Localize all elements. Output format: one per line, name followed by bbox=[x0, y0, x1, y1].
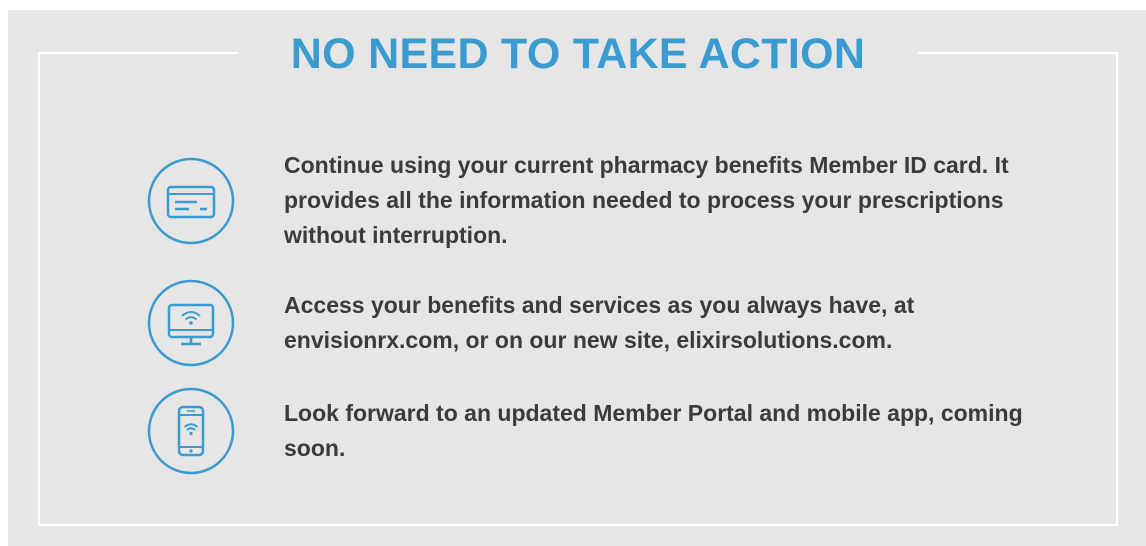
desktop-wifi-icon bbox=[146, 278, 236, 368]
panel-title: NO NEED TO TAKE ACTION bbox=[238, 24, 918, 84]
info-item-mobile-app: Look forward to an updated Member Portal… bbox=[146, 386, 1064, 476]
mobile-wifi-icon bbox=[146, 386, 236, 476]
id-card-icon bbox=[146, 156, 236, 246]
info-item-text: Access your benefits and services as you… bbox=[284, 292, 915, 353]
info-panel: NO NEED TO TAKE ACTION Continue using yo… bbox=[8, 10, 1146, 546]
info-item-website: Access your benefits and services as you… bbox=[146, 278, 1064, 368]
info-item-member-id: Continue using your current pharmacy ben… bbox=[146, 148, 1064, 253]
info-item-text: Continue using your current pharmacy ben… bbox=[284, 152, 1009, 248]
info-item-text: Look forward to an updated Member Portal… bbox=[284, 400, 1023, 461]
